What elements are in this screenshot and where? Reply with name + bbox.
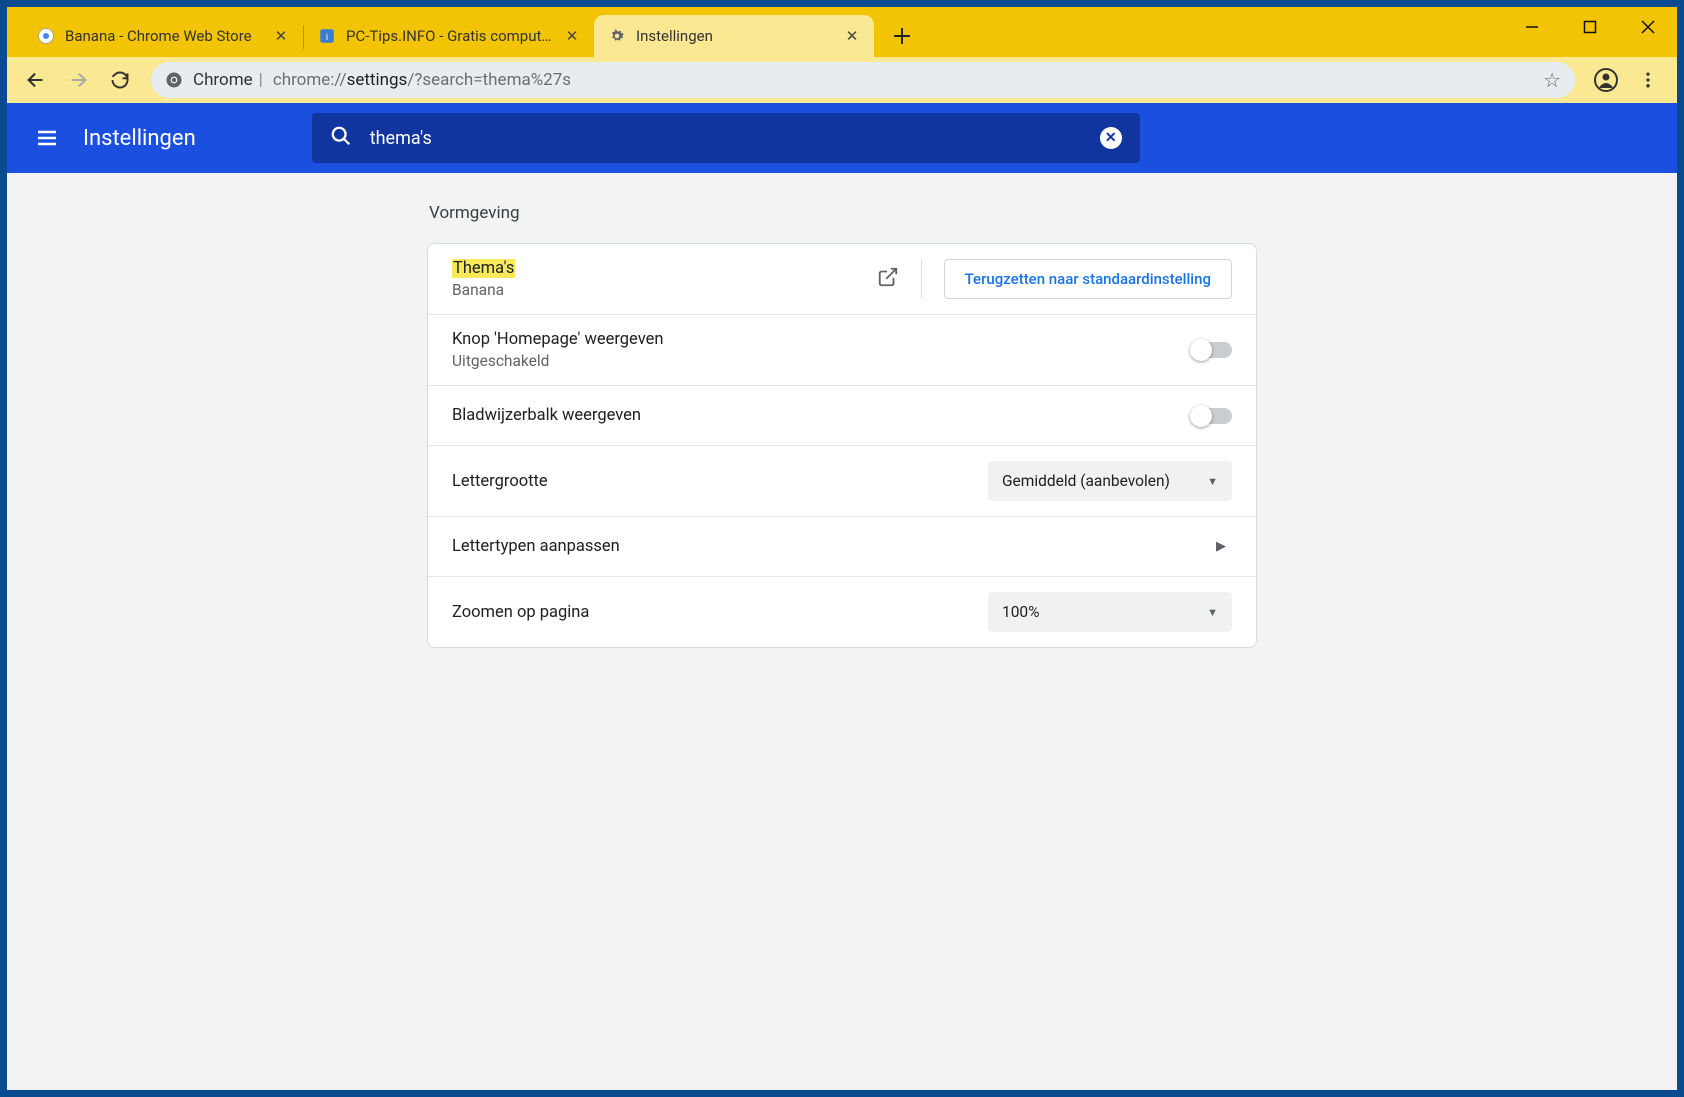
- tab-title: PC-Tips.INFO - Gratis computer t: [346, 27, 556, 45]
- settings-header: Instellingen thema's ✕: [7, 103, 1677, 173]
- search-text: thema's: [370, 128, 1100, 149]
- window-controls: [1503, 7, 1677, 47]
- forward-button[interactable]: [59, 61, 97, 99]
- settings-content: Vormgeving Thema's Banana Terugzetten na…: [7, 173, 1677, 1090]
- select-value: Gemiddeld (aanbevolen): [1002, 472, 1170, 490]
- browser-tab[interactable]: i PC-Tips.INFO - Gratis computer t ✕: [304, 15, 594, 57]
- home-button-row: Knop 'Homepage' weergeven Uitgeschakeld: [428, 315, 1256, 386]
- search-icon: [330, 125, 352, 151]
- browser-tab[interactable]: Banana - Chrome Web Store ✕: [23, 15, 303, 57]
- appearance-card: Thema's Banana Terugzetten naar standaar…: [427, 243, 1257, 648]
- url-separator: |: [259, 70, 263, 90]
- reset-theme-button[interactable]: Terugzetten naar standaardinstelling: [944, 259, 1232, 299]
- row-label: Lettergrootte: [452, 472, 988, 491]
- chevron-down-icon: ▼: [1207, 606, 1218, 619]
- row-subtext: Uitgeschakeld: [452, 352, 1192, 370]
- more-menu-button[interactable]: [1629, 61, 1667, 99]
- row-label: Knop 'Homepage' weergeven: [452, 330, 1192, 349]
- chevron-right-icon: ▶: [1216, 539, 1226, 554]
- svg-text:i: i: [326, 33, 328, 43]
- divider: [921, 260, 922, 298]
- close-icon[interactable]: ✕: [844, 28, 860, 44]
- customize-fonts-row[interactable]: Lettertypen aanpassen ▶: [428, 517, 1256, 577]
- row-label: Thema's: [452, 259, 877, 278]
- themes-row[interactable]: Thema's Banana Terugzetten naar standaar…: [428, 244, 1256, 315]
- settings-search-input[interactable]: thema's ✕: [312, 113, 1140, 163]
- tab-title: Banana - Chrome Web Store: [65, 27, 265, 45]
- page-title: Instellingen: [83, 126, 196, 151]
- hamburger-menu-icon[interactable]: [35, 126, 59, 150]
- page-zoom-row: Zoomen op pagina 100% ▼: [428, 577, 1256, 647]
- clear-search-icon[interactable]: ✕: [1100, 127, 1122, 149]
- home-button-toggle[interactable]: [1192, 342, 1232, 358]
- row-label: Bladwijzerbalk weergeven: [452, 406, 1192, 425]
- row-label: Lettertypen aanpassen: [452, 537, 1216, 556]
- reload-button[interactable]: [101, 61, 139, 99]
- back-button[interactable]: [17, 61, 55, 99]
- section-heading: Vormgeving: [427, 203, 1257, 223]
- row-label: Zoomen op pagina: [452, 603, 988, 622]
- external-link-icon[interactable]: [877, 266, 899, 292]
- close-window-button[interactable]: [1619, 7, 1677, 47]
- chrome-icon: [165, 71, 183, 89]
- select-value: 100%: [1002, 603, 1040, 621]
- bookmarks-bar-toggle[interactable]: [1192, 408, 1232, 424]
- favicon-icon: i: [318, 27, 336, 45]
- browser-tab-active[interactable]: Instellingen ✕: [594, 15, 874, 57]
- tab-title: Instellingen: [636, 27, 836, 45]
- favicon-icon: [37, 27, 55, 45]
- new-tab-button[interactable]: [884, 18, 920, 54]
- bookmark-star-icon[interactable]: ☆: [1543, 68, 1561, 92]
- maximize-button[interactable]: [1561, 7, 1619, 47]
- url-text: chrome://settings/?search=thema%27s: [273, 70, 571, 90]
- url-scheme-label: Chrome: [193, 70, 253, 90]
- gear-icon: [608, 27, 626, 45]
- close-icon[interactable]: ✕: [564, 28, 580, 44]
- font-size-row: Lettergrootte Gemiddeld (aanbevolen) ▼: [428, 446, 1256, 517]
- tab-strip: Banana - Chrome Web Store ✕ i PC-Tips.IN…: [7, 7, 1677, 57]
- row-subtext: Banana: [452, 281, 877, 299]
- profile-button[interactable]: [1587, 61, 1625, 99]
- bookmarks-bar-row: Bladwijzerbalk weergeven: [428, 386, 1256, 446]
- close-icon[interactable]: ✕: [273, 28, 289, 44]
- browser-toolbar: Chrome | chrome://settings/?search=thema…: [7, 57, 1677, 103]
- page-zoom-select[interactable]: 100% ▼: [988, 592, 1232, 632]
- chevron-down-icon: ▼: [1207, 475, 1218, 488]
- font-size-select[interactable]: Gemiddeld (aanbevolen) ▼: [988, 461, 1232, 501]
- minimize-button[interactable]: [1503, 7, 1561, 47]
- address-bar[interactable]: Chrome | chrome://settings/?search=thema…: [151, 62, 1575, 98]
